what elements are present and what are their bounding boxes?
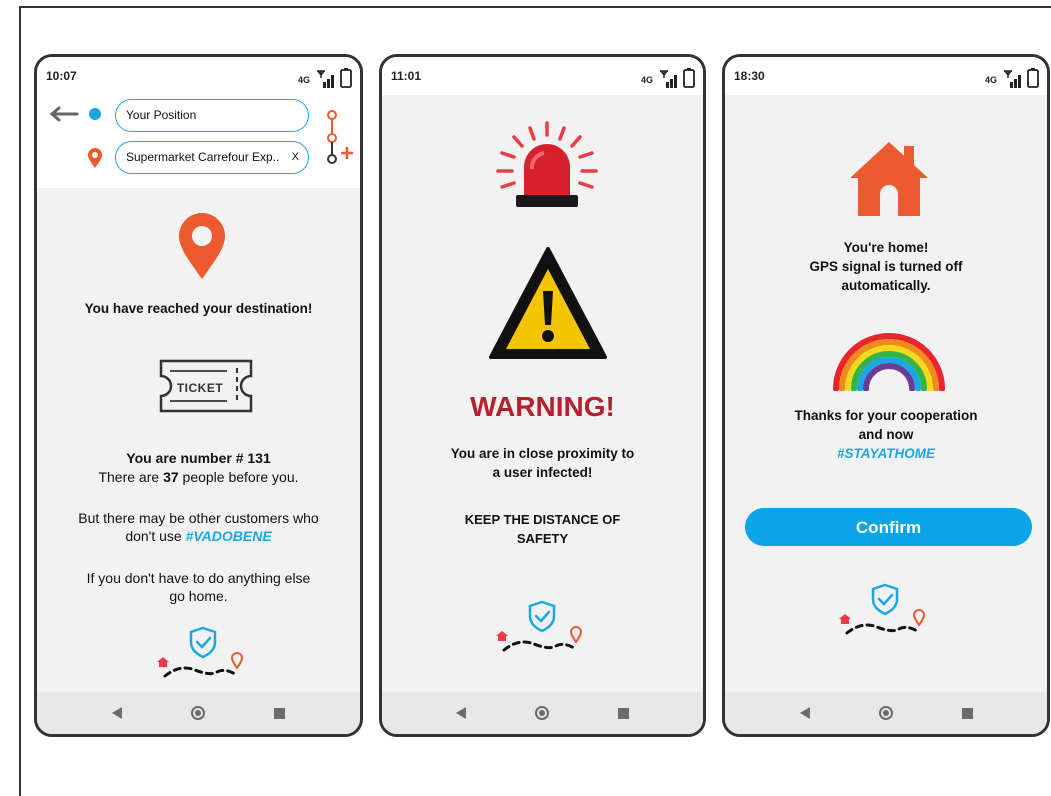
people-count: 37 xyxy=(163,469,179,485)
network-label: 4G xyxy=(297,75,310,85)
phone-screen-warning: 11:01 4G WARNING! You are in close proxi… xyxy=(379,54,706,737)
status-time: 11:01 xyxy=(391,69,422,83)
status-bar: 10:07 4G xyxy=(37,57,360,95)
destination-value: Supermarket Carrefour Exp.. xyxy=(126,150,280,164)
safe-route-icon xyxy=(496,600,583,652)
route-header: Your Position Supermarket Carrefour Exp.… xyxy=(37,95,360,188)
warning-title: WARNING! xyxy=(470,391,615,422)
thanks-line1: Thanks for your cooperation xyxy=(794,408,978,423)
people-prefix: There are xyxy=(98,469,164,485)
network-label: 4G xyxy=(640,75,653,85)
origin-input[interactable]: Your Position xyxy=(115,99,309,132)
nav-back-icon[interactable] xyxy=(111,707,122,719)
status-icons: 4G xyxy=(641,66,695,88)
keep-distance-line1: KEEP THE DISTANCE OF xyxy=(464,512,621,527)
back-arrow-icon[interactable] xyxy=(49,106,79,122)
proximity-line1: You are in close proximity to xyxy=(450,446,635,461)
status-bar: 11:01 4G xyxy=(382,57,703,95)
home-line1: You're home! xyxy=(843,240,929,255)
confirm-button[interactable]: Confirm xyxy=(745,508,1032,546)
home-line2: GPS signal is turned off xyxy=(809,259,963,274)
signal-icon xyxy=(1004,70,1021,88)
queue-number: You are number # 131 xyxy=(126,450,271,466)
location-pin-icon xyxy=(179,213,225,279)
proximity-line2: a user infected! xyxy=(492,465,593,480)
battery-icon xyxy=(683,68,695,88)
reached-message: You have reached your destination! xyxy=(84,301,313,316)
vadobene-hashtag[interactable]: #VADOBENE xyxy=(186,528,272,544)
stayathome-hashtag[interactable]: #STAYATHOME xyxy=(725,446,1047,461)
warning-content: WARNING! You are in close proximity to a… xyxy=(382,95,703,692)
home-line3: automatically. xyxy=(841,278,931,293)
swap-route-icon[interactable] xyxy=(324,109,358,171)
warning-triangle-icon xyxy=(489,247,607,359)
android-nav-bar xyxy=(37,692,360,734)
house-icon xyxy=(850,142,928,216)
home-icon xyxy=(496,631,508,641)
alarm-siren-icon xyxy=(496,121,598,207)
keep-distance-line2: SAFETY xyxy=(516,531,569,546)
destination-input[interactable]: Supermarket Carrefour Exp.. X xyxy=(115,141,309,174)
other-customers-line1: But there may be other customers who xyxy=(78,510,319,526)
home-content: You're home! GPS signal is turned off au… xyxy=(725,95,1047,692)
ticket-label: TICKET xyxy=(176,381,224,395)
origin-value: Your Position xyxy=(126,108,197,122)
nav-back-icon[interactable] xyxy=(799,707,810,719)
destination-content: You have reached your destination! TICKE… xyxy=(37,188,360,692)
shield-check-icon xyxy=(189,626,217,659)
shield-check-icon xyxy=(871,583,899,616)
shield-check-icon xyxy=(528,600,556,633)
status-time: 10:07 xyxy=(46,69,77,83)
status-time: 18:30 xyxy=(734,69,765,83)
android-nav-bar xyxy=(382,692,703,734)
status-icons: 4G xyxy=(985,66,1039,88)
nav-recent-icon[interactable] xyxy=(961,707,973,719)
nav-recent-icon[interactable] xyxy=(274,707,286,719)
safe-route-icon xyxy=(157,626,244,678)
go-home-line1: If you don't have to do anything else xyxy=(86,570,311,586)
nav-home-icon[interactable] xyxy=(878,706,893,720)
clear-destination-button[interactable]: X xyxy=(292,142,299,172)
people-suffix: people before you. xyxy=(178,469,299,485)
thanks-line2: and now xyxy=(858,427,914,442)
status-bar: 18:30 4G xyxy=(725,57,1047,95)
battery-icon xyxy=(340,68,352,88)
rainbow-icon xyxy=(833,333,945,391)
network-label: 4G xyxy=(984,75,997,85)
android-nav-bar xyxy=(725,692,1047,734)
other-prefix: don't use xyxy=(125,528,186,544)
destination-pin-icon xyxy=(88,148,102,168)
nav-back-icon[interactable] xyxy=(456,707,467,719)
battery-icon xyxy=(1027,68,1039,88)
signal-icon xyxy=(660,70,677,88)
other-customers-line2: don't use #VADOBENE xyxy=(37,528,360,544)
signal-icon xyxy=(317,70,334,88)
status-icons: 4G xyxy=(298,66,352,88)
safe-route-icon xyxy=(839,583,926,635)
nav-recent-icon[interactable] xyxy=(617,707,629,719)
phone-screen-destination: 10:07 4G Your Position Supermarket Carre… xyxy=(34,54,363,737)
people-before-text: There are 37 people before you. xyxy=(37,469,360,485)
home-icon xyxy=(839,614,851,624)
home-icon xyxy=(157,657,169,667)
nav-home-icon[interactable] xyxy=(190,706,205,720)
go-home-line2: go home. xyxy=(169,588,228,604)
nav-home-icon[interactable] xyxy=(534,706,549,720)
add-stop-icon[interactable] xyxy=(340,146,354,160)
origin-dot-icon xyxy=(89,108,101,120)
phone-screen-home: 18:30 4G You're home! GPS signal is turn… xyxy=(722,54,1050,737)
